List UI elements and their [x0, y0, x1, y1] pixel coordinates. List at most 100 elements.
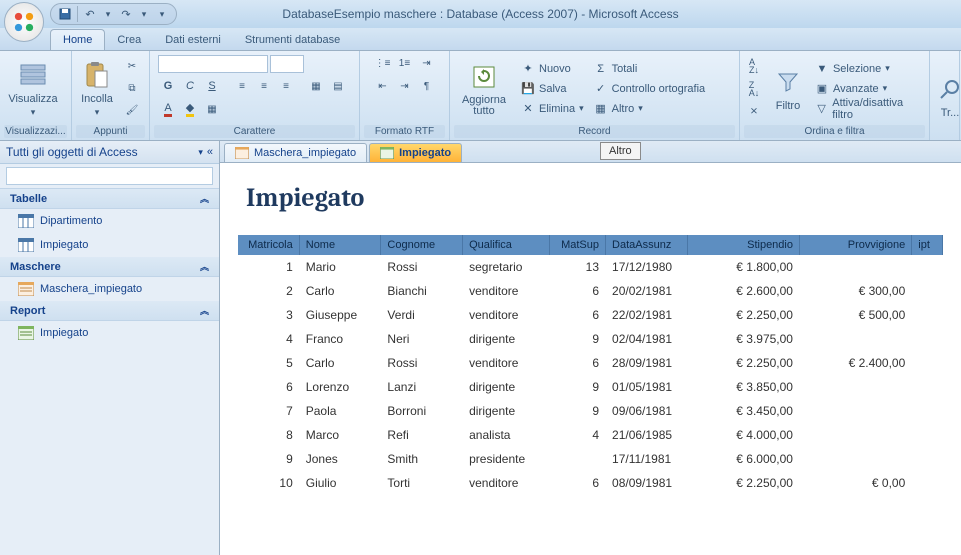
cell: Paola [299, 399, 381, 423]
salva-button[interactable]: 💾Salva [518, 80, 587, 98]
save-icon[interactable] [57, 6, 73, 22]
alt-rows-button[interactable]: ▤ [328, 76, 348, 96]
fill-color-button[interactable]: ◆ [180, 99, 200, 119]
font-color-button[interactable]: A [158, 99, 178, 119]
numbering-button[interactable]: 1≡ [395, 53, 415, 73]
nav-item-dipartimento[interactable]: Dipartimento [0, 209, 219, 233]
doc-tab-maschera-impiegato[interactable]: Maschera_impiegato [224, 143, 367, 162]
clear-sort-button[interactable]: ⨯ [744, 102, 764, 122]
font-size-combo[interactable] [270, 55, 304, 73]
attiva-filtro-button[interactable]: ▽Attiva/disattiva filtro [812, 100, 925, 118]
tab-strumenti-database[interactable]: Strumenti database [233, 30, 352, 50]
tab-home[interactable]: Home [50, 29, 105, 50]
undo-dropdown-icon[interactable]: ▾ [100, 6, 116, 22]
bullets-button[interactable]: ⋮≡ [373, 53, 393, 73]
decrease-indent-button[interactable]: ⇥ [395, 76, 415, 96]
column-header: Stipendio [687, 235, 799, 255]
text-dir-button[interactable]: ¶ [417, 76, 437, 96]
align-center-button[interactable]: ≡ [254, 76, 274, 96]
cell: 17/12/1980 [606, 255, 688, 279]
elimina-button[interactable]: ✕Elimina▾ [518, 100, 587, 118]
selezione-button[interactable]: ▼Selezione▾ [812, 60, 925, 78]
paste-icon [81, 59, 113, 91]
redo-dropdown-icon[interactable]: ▾ [136, 6, 152, 22]
nav-item-impiegato-report[interactable]: Impiegato [0, 321, 219, 345]
cell: 2 [238, 279, 299, 303]
table-row[interactable]: 6LorenzoLanzidirigente901/05/1981€ 3.850… [238, 375, 943, 399]
separator [77, 6, 78, 22]
table-row[interactable]: 7PaolaBorronidirigente909/06/1981€ 3.450… [238, 399, 943, 423]
cell: analista [463, 423, 550, 447]
tab-crea[interactable]: Crea [105, 30, 153, 50]
filtro-button[interactable]: Filtro [768, 56, 808, 122]
cell: 20/02/1981 [606, 279, 688, 303]
redo-icon[interactable]: ↷ [118, 6, 134, 22]
column-header: Cognome [381, 235, 463, 255]
tab-dati-esterni[interactable]: Dati esterni [153, 30, 233, 50]
table-row[interactable]: 2CarloBianchivenditore620/02/1981€ 2.600… [238, 279, 943, 303]
qat-customize-icon[interactable]: ▾ [154, 6, 170, 22]
undo-icon[interactable]: ↶ [82, 6, 98, 22]
cell: 6 [549, 351, 605, 375]
view-icon [17, 59, 49, 91]
align-right-button[interactable]: ≡ [276, 76, 296, 96]
table-row[interactable]: 4FrancoNeridirigente902/04/1981€ 3.975,0… [238, 327, 943, 351]
document-area: Maschera_impiegato Impiegato Altro Impie… [220, 141, 961, 555]
nav-item-maschera-impiegato[interactable]: Maschera_impiegato [0, 277, 219, 301]
nav-section-report[interactable]: Report ︽ [0, 301, 219, 321]
cell [799, 447, 911, 471]
table-row[interactable]: 1MarioRossisegretario1317/12/1980€ 1.800… [238, 255, 943, 279]
copy-icon[interactable]: ⧉ [122, 79, 142, 99]
trova-button[interactable]: Tr... [934, 63, 960, 129]
avanzate-button[interactable]: ▣Avanzate▾ [812, 80, 925, 98]
ortografia-button[interactable]: ✓Controllo ortografia [591, 80, 709, 98]
nav-item-impiegato-table[interactable]: Impiegato [0, 233, 219, 257]
aggiorna-tutto-button[interactable]: Aggiorna tutto [454, 56, 514, 122]
bold-button[interactable]: G [158, 76, 178, 96]
cell [912, 399, 943, 423]
nav-item-label: Maschera_impiegato [40, 283, 142, 295]
italic-button[interactable]: C [180, 76, 200, 96]
indent-right-button[interactable]: ⇥ [417, 53, 437, 73]
font-family-combo[interactable] [158, 55, 268, 73]
nav-section-tabelle[interactable]: Tabelle ︽ [0, 189, 219, 209]
filtro-label: Filtro [776, 100, 800, 112]
sort-desc-button[interactable]: ZA↓ [744, 79, 764, 99]
office-button[interactable] [4, 2, 44, 42]
cell: 4 [238, 327, 299, 351]
increase-indent-button[interactable]: ⇤ [373, 76, 393, 96]
nav-section-maschere[interactable]: Maschere ︽ [0, 257, 219, 277]
cut-icon[interactable]: ✂ [122, 57, 142, 77]
visualizza-button[interactable]: Visualizza ▾ [4, 56, 62, 122]
table-row[interactable]: 10GiulioTortivenditore608/09/1981€ 2.250… [238, 471, 943, 495]
table-row[interactable]: 5CarloRossivenditore628/09/1981€ 2.250,0… [238, 351, 943, 375]
collapse-pane-icon[interactable]: « [207, 146, 213, 158]
chevron-down-icon[interactable]: ▾ [198, 147, 203, 158]
cell: Lanzi [381, 375, 463, 399]
document-tabs: Maschera_impiegato Impiegato Altro [220, 141, 961, 163]
nav-item-label: Impiegato [40, 327, 88, 339]
search-input[interactable] [6, 167, 213, 185]
gridlines-button[interactable]: ▦ [306, 76, 326, 96]
align-left-button[interactable]: ≡ [232, 76, 252, 96]
underline-button[interactable]: S [202, 76, 222, 96]
sort-asc-button[interactable]: AZ↓ [744, 56, 764, 76]
cell: Borroni [381, 399, 463, 423]
totali-button[interactable]: ΣTotali [591, 60, 709, 78]
cell: € 2.250,00 [687, 303, 799, 327]
table-row[interactable]: 3GiuseppeVerdivenditore622/02/1981€ 2.25… [238, 303, 943, 327]
column-header: Provvigione [799, 235, 911, 255]
incolla-button[interactable]: Incolla ▾ [76, 56, 118, 122]
nav-header[interactable]: Tutti gli oggetti di Access ▾ « [0, 141, 219, 164]
table-row[interactable]: 8MarcoRefianalista421/06/1985€ 4.000,00 [238, 423, 943, 447]
doc-tab-impiegato[interactable]: Impiegato [369, 143, 462, 162]
altro-button[interactable]: ▦Altro▾ [591, 100, 709, 118]
grid-color-button[interactable]: ▦ [202, 99, 222, 119]
column-header: Matricola [238, 235, 299, 255]
nuovo-button[interactable]: ✦Nuovo [518, 60, 587, 78]
aggiorna-label: Aggiorna tutto [454, 95, 514, 117]
cell: 22/02/1981 [606, 303, 688, 327]
format-painter-icon[interactable]: 🖌 [122, 101, 142, 121]
cell: 5 [238, 351, 299, 375]
table-row[interactable]: 9JonesSmithpresidente17/11/1981€ 6.000,0… [238, 447, 943, 471]
